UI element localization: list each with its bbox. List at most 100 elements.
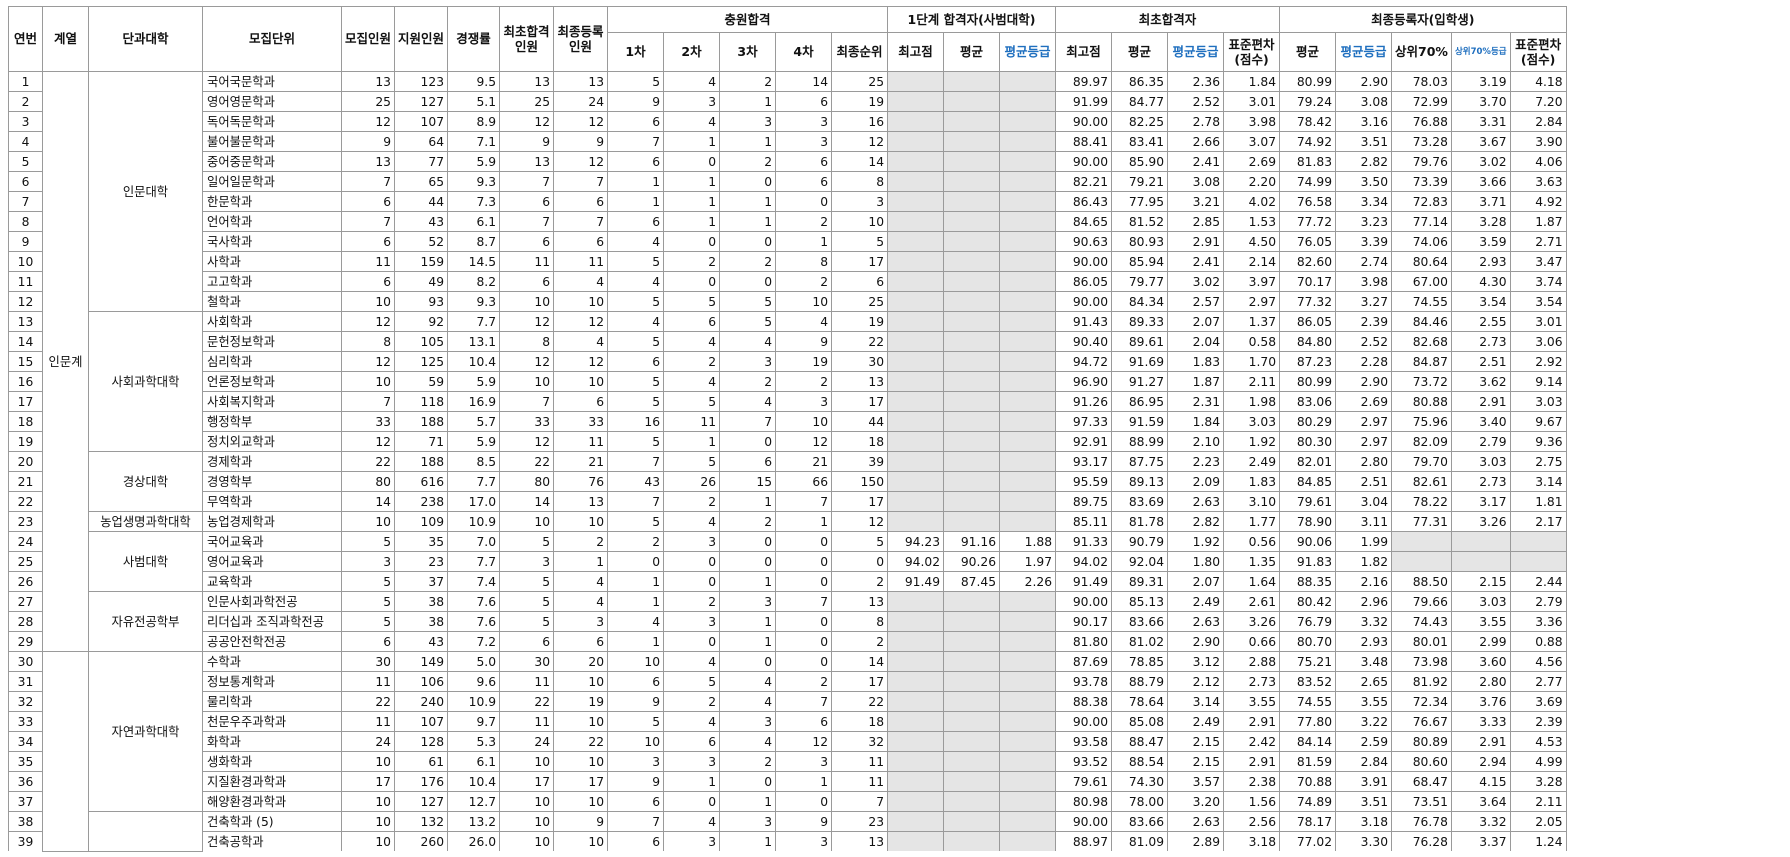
- cell-f-top70: 78.22: [1391, 491, 1452, 512]
- cell-final-registered: 4: [553, 271, 609, 292]
- cell-f-grade: 3.18: [1335, 811, 1393, 832]
- cell-f-avg: 74.89: [1279, 791, 1337, 812]
- cell-f-top70-grade: 3.40: [1450, 411, 1511, 432]
- cell-i-sd: 4.02: [1223, 191, 1281, 212]
- cell-i-grade: 2.09: [1167, 471, 1225, 492]
- cell-i-sd: 3.98: [1223, 111, 1281, 132]
- cell-f-grade: 3.50: [1335, 171, 1393, 192]
- cell-i-grade: 2.36: [1167, 71, 1225, 92]
- cell-s1-avg: [943, 351, 1001, 372]
- cell-unit: 고고학과: [202, 271, 342, 292]
- cell-i-avg: 79.77: [1111, 271, 1169, 292]
- cell-f-grade: 3.34: [1335, 191, 1393, 212]
- cell-s1-avg: [943, 451, 1001, 472]
- cell-w4: 10: [775, 411, 833, 432]
- cell-f-sd: 3.14: [1509, 471, 1567, 492]
- table-row: 38 건축학과 (5) 10 132 13.2 10 9 7 4 3 9 23 90.00 83.66 2.…: [8, 811, 1567, 852]
- cell-ratio: 5.7: [447, 411, 501, 432]
- cell-quota: 9: [340, 131, 396, 152]
- cell-w2: 4: [663, 811, 721, 832]
- cell-i-max: 90.40: [1055, 331, 1113, 352]
- cell-i-sd: 2.42: [1223, 731, 1281, 752]
- cell-ratio: 17.0: [447, 491, 501, 512]
- cell-w1: 5: [607, 251, 665, 272]
- cell-s1-avg: [943, 811, 1001, 832]
- header-college: 단과대학: [88, 6, 203, 72]
- cell-f-top70-grade: 2.91: [1450, 391, 1511, 412]
- cell-ratio: 5.1: [447, 91, 501, 112]
- cell-initial-pass: 12: [499, 431, 555, 452]
- cell-w4: 21: [775, 451, 833, 472]
- cell-f-top70-grade: 3.60: [1450, 651, 1511, 672]
- cell-s1-max: [887, 631, 945, 652]
- cell-i-avg: 83.41: [1111, 131, 1169, 152]
- cell-s1-grade: [999, 451, 1057, 472]
- cell-f-grade: 2.97: [1335, 431, 1393, 452]
- cell-applicants: 107: [394, 711, 449, 732]
- cell-final-registered: 6: [553, 191, 609, 212]
- cell-i-sd: 1.92: [1223, 431, 1281, 452]
- cell-quota: 3: [340, 551, 396, 572]
- cell-final-rank: 12: [831, 131, 889, 152]
- cell-i-avg: 88.54: [1111, 751, 1169, 772]
- cell-final-registered: 10: [553, 791, 609, 812]
- cell-w3: 3: [719, 351, 777, 372]
- cell-w3: 4: [719, 731, 777, 752]
- cell-f-top70-grade: 2.73: [1450, 331, 1511, 352]
- cell-w1: 7: [607, 491, 665, 512]
- cell-i-grade: 2.07: [1167, 571, 1225, 592]
- cell-f-grade: 3.30: [1335, 831, 1393, 851]
- cell-f-sd: 2.05: [1509, 811, 1567, 832]
- cell-w1: 9: [607, 771, 665, 792]
- cell-i-grade: 2.89: [1167, 831, 1225, 851]
- cell-unit: 언어학과: [202, 211, 342, 232]
- cell-w3: 5: [719, 311, 777, 332]
- cell-i-sd: 1.70: [1223, 351, 1281, 372]
- cell-i-avg: 91.59: [1111, 411, 1169, 432]
- cell-w3: 3: [719, 811, 777, 832]
- cell-final-registered: 13: [553, 491, 609, 512]
- cell-i-max: 84.65: [1055, 211, 1113, 232]
- cell-s1-avg: [943, 231, 1001, 252]
- cell-unit: 심리학과: [202, 351, 342, 372]
- cell-ratio: 13.2: [447, 811, 501, 832]
- cell-w4: 1: [775, 231, 833, 252]
- cell-final-rank: 14: [831, 151, 889, 172]
- cell-initial-pass: 6: [499, 191, 555, 212]
- cell-s1-avg: [943, 71, 1001, 92]
- cell-unit: 불어불문학과: [202, 131, 342, 152]
- cell-unit: 정치외교학과: [202, 431, 342, 452]
- cell-f-avg: 76.79: [1279, 611, 1337, 632]
- cell-s1-grade: [999, 831, 1057, 851]
- cell-i-max: 90.00: [1055, 591, 1113, 612]
- cell-i-sd: 2.73: [1223, 671, 1281, 692]
- cell-f-top70-grade: 3.54: [1450, 291, 1511, 312]
- cell-w4: 4: [775, 311, 833, 332]
- cell-f-avg: 83.52: [1279, 671, 1337, 692]
- cell-final-registered: 6: [553, 631, 609, 652]
- cell-w4: 10: [775, 291, 833, 312]
- cell-final-rank: 19: [831, 311, 889, 332]
- cell-f-grade: 3.27: [1335, 291, 1393, 312]
- cell-unit: 경제학과: [202, 451, 342, 472]
- header-f-grade: 평균등급: [1335, 32, 1393, 72]
- cell-f-sd: 2.11: [1509, 791, 1567, 812]
- header-s1-grade: 평균등급: [999, 32, 1057, 72]
- cell-initial-pass: 30: [499, 651, 555, 672]
- cell-initial-pass: 14: [499, 491, 555, 512]
- cell-f-top70-grade: 3.70: [1450, 91, 1511, 112]
- cell-f-sd: 2.75: [1509, 451, 1567, 472]
- cell-f-top70: 84.87: [1391, 351, 1452, 372]
- cell-s1-max: [887, 651, 945, 672]
- cell-s1-avg: [943, 391, 1001, 412]
- cell-w4: 2: [775, 371, 833, 392]
- cell-quota: 7: [340, 211, 396, 232]
- cell-i-sd: 3.01: [1223, 91, 1281, 112]
- cell-idx: 28: [8, 611, 43, 632]
- cell-quota: 10: [340, 791, 396, 812]
- cell-ratio: 13.1: [447, 331, 501, 352]
- cell-w1: 9: [607, 91, 665, 112]
- cell-w3: 0: [719, 771, 777, 792]
- cell-f-grade: 3.04: [1335, 491, 1393, 512]
- cell-w2: 4: [663, 71, 721, 92]
